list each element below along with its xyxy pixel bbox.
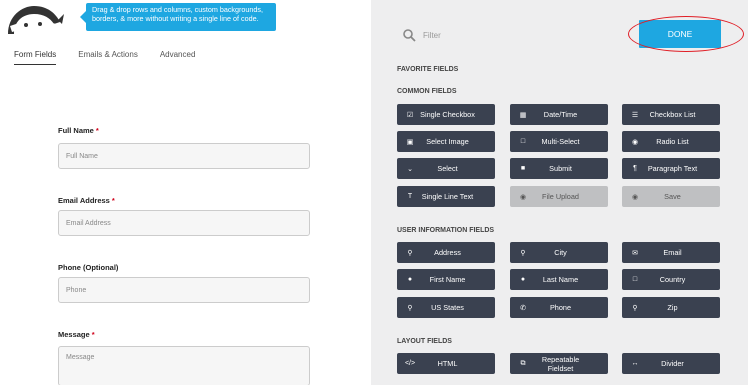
map-pin-icon: ⚲ [520, 249, 526, 257]
required-marker: * [91, 330, 95, 339]
radio-icon: ◉ [631, 138, 639, 146]
field-repeatable-fieldset[interactable]: ⧉ Repeatable Fieldset [510, 353, 608, 374]
field-select[interactable]: ⌄ Select [397, 158, 495, 179]
tab-form-fields[interactable]: Form Fields [14, 50, 57, 65]
form-preview-panel: Drag & drop rows and columns, custom bac… [0, 0, 371, 385]
checkbox-icon: ☑ [406, 111, 414, 119]
done-button[interactable]: DONE [639, 20, 721, 48]
required-marker: * [95, 126, 99, 135]
email-label: Email Address * [58, 196, 115, 205]
user-info-fields-heading: USER INFORMATION FIELDS [397, 227, 495, 234]
help-tooltip: Drag & drop rows and columns, custom bac… [80, 3, 276, 31]
filter-input[interactable]: Filter [403, 29, 441, 42]
image-icon: ▣ [406, 138, 414, 146]
envelope-icon: ✉ [632, 249, 638, 257]
field-divider[interactable]: ↔ Divider [622, 353, 720, 374]
list-icon: ☰ [631, 111, 639, 119]
tab-emails-actions[interactable]: Emails & Actions [78, 50, 138, 65]
field-last-name[interactable]: ● Last Name [510, 269, 608, 290]
map-pin-icon: ⚲ [407, 304, 413, 312]
full-name-label: Full Name * [58, 126, 99, 135]
field-address[interactable]: ⚲ Address [397, 242, 495, 263]
field-select-image[interactable]: ▣ Select Image [397, 131, 495, 152]
user-icon: ● [520, 276, 526, 283]
search-icon [403, 29, 416, 42]
field-checkbox-list[interactable]: ☰ Checkbox List [622, 104, 720, 125]
filter-placeholder: Filter [423, 31, 441, 40]
message-textarea[interactable]: Message [58, 346, 310, 385]
field-first-name[interactable]: ● First Name [397, 269, 495, 290]
phone-field[interactable]: Phone [58, 277, 310, 303]
field-radio-list[interactable]: ◉ Radio List [622, 131, 720, 152]
square-filled-icon: ■ [520, 165, 526, 172]
calendar-icon: ▦ [519, 111, 527, 119]
map-pin-icon: ⚲ [632, 304, 638, 312]
paragraph-icon: ¶ [633, 165, 637, 172]
phone-icon: ✆ [520, 304, 526, 312]
chevron-down-icon: ⌄ [407, 165, 413, 173]
copy-icon: ⧉ [520, 359, 526, 367]
email-field[interactable]: Email Address [58, 210, 310, 236]
map-pin-icon: ⚲ [407, 249, 413, 257]
field-multi-select[interactable]: □ Multi-Select [510, 131, 608, 152]
common-fields-heading: COMMON FIELDS [397, 88, 457, 95]
field-submit[interactable]: ■ Submit [510, 158, 608, 179]
required-marker: * [111, 196, 115, 205]
field-city[interactable]: ⚲ City [510, 242, 608, 263]
phone-label: Phone (Optional) [58, 263, 119, 272]
field-single-line-text[interactable]: T Single Line Text [397, 186, 495, 207]
text-icon: T [407, 193, 413, 200]
field-save: ◉ Save [622, 186, 720, 207]
favorite-fields-heading: FAVORITE FIELDS [397, 66, 459, 73]
layout-fields-heading: LAYOUT FIELDS [397, 338, 452, 345]
field-paragraph-text[interactable]: ¶ Paragraph Text [622, 158, 720, 179]
full-name-field[interactable]: Full Name [58, 143, 310, 169]
field-phone[interactable]: ✆ Phone [510, 297, 608, 318]
field-date-time[interactable]: ▦ Date/Time [510, 104, 608, 125]
square-icon: □ [632, 276, 638, 283]
user-icon: ● [407, 276, 413, 283]
field-library-panel: Filter DONE FAVORITE FIELDS COMMON FIELD… [371, 0, 748, 385]
field-single-checkbox[interactable]: ☑ Single Checkbox [397, 104, 495, 125]
tab-advanced[interactable]: Advanced [160, 50, 196, 65]
field-zip[interactable]: ⚲ Zip [622, 297, 720, 318]
builder-tabs: Form Fields Emails & Actions Advanced [14, 50, 195, 65]
field-file-upload: ◉ File Upload [510, 186, 608, 207]
code-icon: </> [404, 360, 416, 367]
square-icon: □ [520, 138, 526, 145]
upload-icon: ◉ [519, 193, 527, 201]
field-html[interactable]: </> HTML [397, 353, 495, 374]
save-icon: ◉ [631, 193, 639, 201]
field-email[interactable]: ✉ Email [622, 242, 720, 263]
ninja-logo-icon [8, 6, 64, 34]
field-country[interactable]: □ Country [622, 269, 720, 290]
message-label: Message * [58, 330, 95, 339]
divider-icon: ↔ [631, 360, 639, 367]
field-us-states[interactable]: ⚲ US States [397, 297, 495, 318]
